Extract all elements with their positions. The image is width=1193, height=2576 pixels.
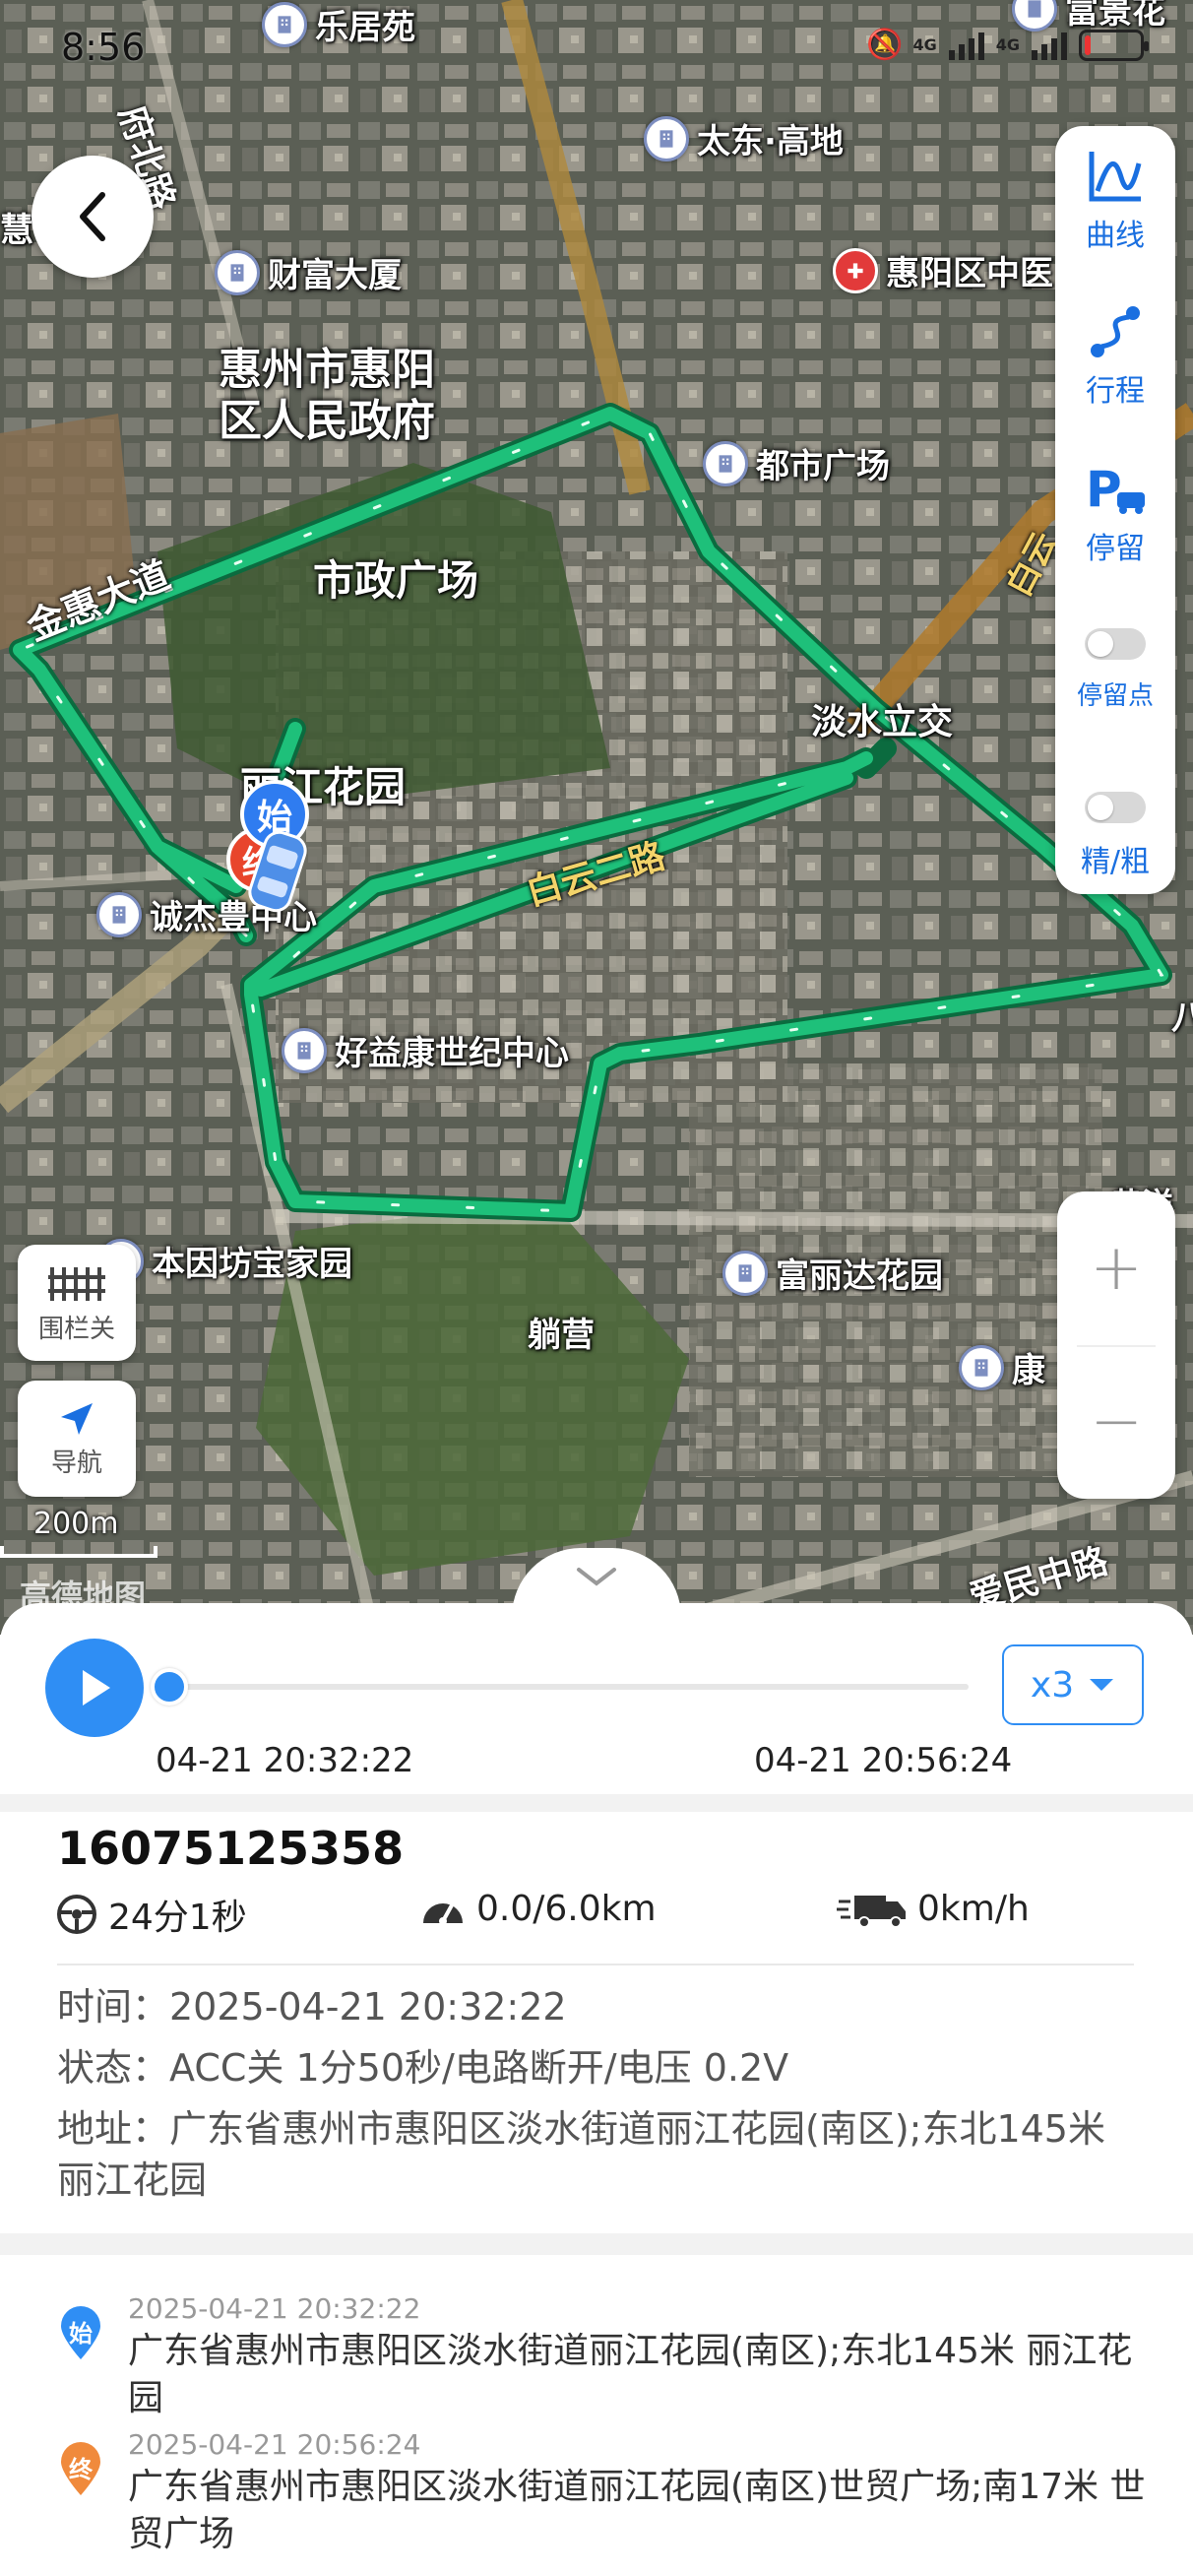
duration-stat: 24分1秒 bbox=[55, 1889, 247, 1940]
detail-address: 地址：广东省惠州市惠阳区淡水街道丽江花园(南区);东北145米 丽江花园 bbox=[57, 2107, 1105, 2202]
edge-label-right: 八 bbox=[1171, 998, 1193, 1038]
playback-speed-select[interactable]: x3 bbox=[1002, 1644, 1144, 1725]
route-icon bbox=[1091, 306, 1140, 357]
svg-text:P: P bbox=[1086, 461, 1122, 518]
stats-divider bbox=[57, 1964, 1134, 1965]
area-label-civic-square: 市政广场 bbox=[313, 556, 479, 605]
building-icon bbox=[644, 115, 689, 161]
playback-end-time: 04-21 20:56:24 bbox=[754, 1741, 1013, 1780]
zoom-out-button[interactable]: − bbox=[1057, 1345, 1175, 1499]
chevron-left-icon bbox=[80, 192, 105, 241]
status-time: 8:56 bbox=[61, 26, 146, 69]
distance-stat: 0.0/6.0km bbox=[419, 1889, 657, 1929]
caret-down-icon bbox=[1090, 1679, 1114, 1691]
fence-icon bbox=[48, 1266, 105, 1301]
stay-button[interactable]: P 停留 bbox=[1055, 461, 1175, 567]
building-icon bbox=[215, 249, 260, 295]
building-icon bbox=[282, 1027, 327, 1073]
speed-stat: 0km/h bbox=[837, 1889, 1030, 1929]
device-id: 16075125358 bbox=[57, 1822, 405, 1875]
signal-icon-2 bbox=[1032, 32, 1067, 60]
area-label-tangying: 躺营 bbox=[528, 1316, 595, 1355]
speedometer-icon bbox=[423, 1901, 463, 1925]
truck-speed-icon bbox=[837, 1895, 906, 1928]
navigate-button[interactable]: 导航 bbox=[18, 1381, 136, 1497]
poi-benyinfang[interactable]: 本因坊宝家园 bbox=[98, 1237, 352, 1285]
poi-caifu-dasha[interactable]: 财富大厦 bbox=[215, 248, 402, 296]
poi-kang[interactable]: 康 bbox=[959, 1343, 1045, 1391]
area-label-danshui-interchange: 淡水立交 bbox=[811, 702, 954, 742]
precision-switch[interactable] bbox=[1085, 792, 1146, 823]
status-icons: 🔕 4G 4G bbox=[866, 28, 1149, 62]
poi-taidong-gaodi[interactable]: 太东·高地 bbox=[644, 114, 844, 162]
edge-label-left: 慧 bbox=[0, 211, 33, 250]
building-icon bbox=[722, 1250, 768, 1296]
start-record-address: 广东省惠州市惠阳区淡水街道丽江花园(南区);东北145米 丽江花园 bbox=[128, 2331, 1133, 2418]
playback-start-time: 04-21 20:32:22 bbox=[156, 1741, 414, 1780]
playback-progress-knob[interactable] bbox=[151, 1668, 188, 1706]
map-tool-panel: 曲线 行程 P 停留 停留点 精/粗 bbox=[1055, 126, 1175, 894]
poi-dushi-guangchang[interactable]: 都市广场 bbox=[703, 439, 890, 487]
navigation-arrow-icon bbox=[61, 1402, 93, 1435]
back-button[interactable] bbox=[31, 156, 154, 278]
section-divider bbox=[0, 1794, 1193, 1812]
detail-time: 时间：2025-04-21 20:32:22 bbox=[57, 1985, 567, 2029]
poi-haoyikang-center[interactable]: 好益康世纪中心 bbox=[282, 1026, 569, 1074]
line-chart-icon bbox=[1089, 152, 1142, 202]
fence-button[interactable]: 围栏关 bbox=[18, 1245, 136, 1361]
start-pin-label: 始 bbox=[69, 2320, 93, 2348]
end-pin-label: 终 bbox=[69, 2456, 93, 2483]
area-label-government: 惠州市惠阳 区人民政府 bbox=[219, 345, 435, 446]
playback-progress-track[interactable] bbox=[151, 1668, 969, 1706]
stay-point-switch[interactable] bbox=[1085, 628, 1146, 660]
network-label: 4G bbox=[912, 35, 937, 54]
map-scale: 200m bbox=[0, 1507, 157, 1566]
stay-point-toggle[interactable]: 停留点 bbox=[1055, 628, 1175, 712]
curve-button[interactable]: 曲线 bbox=[1055, 148, 1175, 254]
parking-icon: P bbox=[1086, 461, 1145, 518]
mute-icon: 🔕 bbox=[866, 28, 904, 62]
detail-status: 状态：ACC关 1分50秒/电路断开/电压 0.2V bbox=[57, 2046, 789, 2090]
zoom-control: + − bbox=[1057, 1191, 1175, 1499]
battery-icon bbox=[1079, 29, 1149, 61]
end-record-address: 广东省惠州市惠阳区淡水街道丽江花园(南区)世贸广场;南17米 世贸广场 bbox=[128, 2467, 1146, 2554]
poi-huiyang-hospital[interactable]: 惠阳区中医 bbox=[833, 246, 1053, 294]
play-button[interactable] bbox=[45, 1639, 144, 1737]
map-view[interactable]: 惠州市惠阳 区人民政府 市政广场 丽江花园 淡水立交 躺营 府北路 金惠大道 白… bbox=[0, 0, 1193, 1635]
hospital-cross-icon bbox=[833, 247, 878, 293]
scale-bar bbox=[0, 1546, 157, 1558]
steering-wheel-icon bbox=[57, 1895, 96, 1934]
network-label-2: 4G bbox=[995, 35, 1020, 54]
trip-button[interactable]: 行程 bbox=[1055, 303, 1175, 410]
start-record-time: 2025-04-21 20:32:22 bbox=[128, 2292, 421, 2325]
building-icon bbox=[96, 891, 142, 937]
building-icon bbox=[959, 1344, 1004, 1390]
trip-detail-sheet: x3 04-21 20:32:22 04-21 20:56:24 1607512… bbox=[0, 1548, 1193, 2576]
zoom-in-button[interactable]: + bbox=[1057, 1191, 1175, 1345]
precision-toggle[interactable]: 精/粗 bbox=[1055, 792, 1175, 880]
play-icon bbox=[83, 1670, 110, 1706]
chevron-down-icon bbox=[577, 1568, 616, 1586]
building-icon bbox=[703, 440, 748, 486]
status-bar: 8:56 🔕 4G 4G bbox=[0, 0, 1193, 89]
signal-icon bbox=[948, 32, 984, 60]
poi-fulida-garden[interactable]: 富丽达花园 bbox=[722, 1249, 943, 1297]
end-record-time: 2025-04-21 20:56:24 bbox=[128, 2428, 421, 2461]
section-divider bbox=[0, 2233, 1193, 2255]
